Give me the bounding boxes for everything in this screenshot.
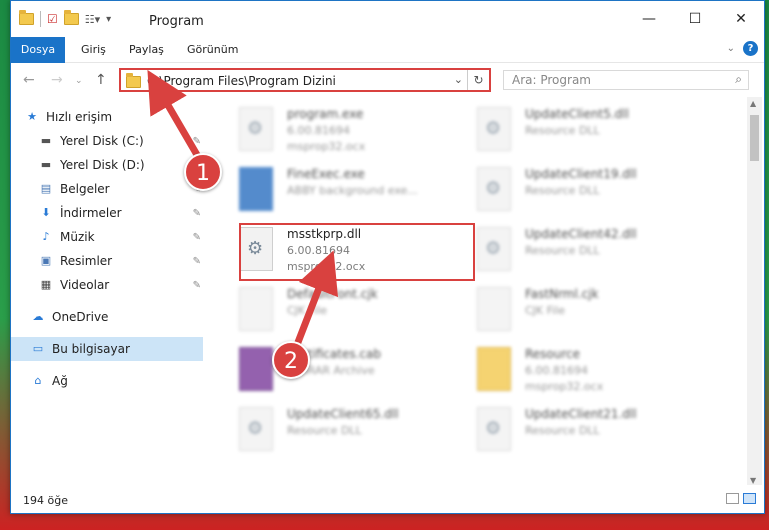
- step-1-badge: 1: [184, 153, 222, 191]
- arrow-2: [291, 250, 338, 354]
- step-2-badge: 2: [272, 341, 310, 379]
- arrow-1: [147, 69, 204, 164]
- annotation-arrows: [147, 69, 338, 354]
